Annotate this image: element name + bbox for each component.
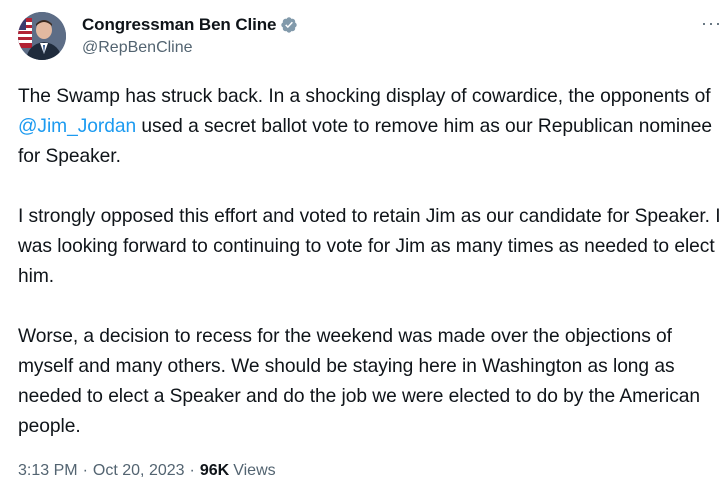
tweet-metadata: 3:13 PM · Oct 20, 2023 · 96K Views xyxy=(18,462,276,480)
views-label: Views xyxy=(233,462,276,479)
mention-link[interactable]: @Jim_Jordan xyxy=(18,116,136,137)
separator-dot: · xyxy=(189,462,195,479)
separator-dot: · xyxy=(82,462,88,479)
tweet-paragraph-1: The Swamp has struck back. In a shocking… xyxy=(18,82,726,172)
tweet-text: The Swamp has struck back. In a shocking… xyxy=(18,82,726,442)
more-dots-icon[interactable]: ··· xyxy=(701,14,722,32)
tweet-time[interactable]: 3:13 PM xyxy=(18,462,78,480)
paragraph-1-text-start: The Swamp has struck back. In a shocking… xyxy=(18,86,711,107)
author-name-row: Congressman Ben Cline xyxy=(82,14,298,36)
tweet-paragraph-2: I strongly opposed this effort and voted… xyxy=(18,206,721,287)
verified-badge-icon[interactable] xyxy=(280,16,298,34)
tweet-card: Congressman Ben Cline @RepBenCline ··· T… xyxy=(0,0,728,490)
tweet-paragraph-3: Worse, a decision to recess for the week… xyxy=(18,326,700,437)
author-info: Congressman Ben Cline @RepBenCline xyxy=(82,14,298,57)
author-display-name[interactable]: Congressman Ben Cline xyxy=(82,15,276,35)
author-handle[interactable]: @RepBenCline xyxy=(82,39,298,57)
avatar-image xyxy=(18,12,66,60)
author-avatar[interactable] xyxy=(18,12,66,60)
tweet-date[interactable]: Oct 20, 2023 xyxy=(93,462,185,480)
views-count[interactable]: 96K xyxy=(200,462,229,480)
